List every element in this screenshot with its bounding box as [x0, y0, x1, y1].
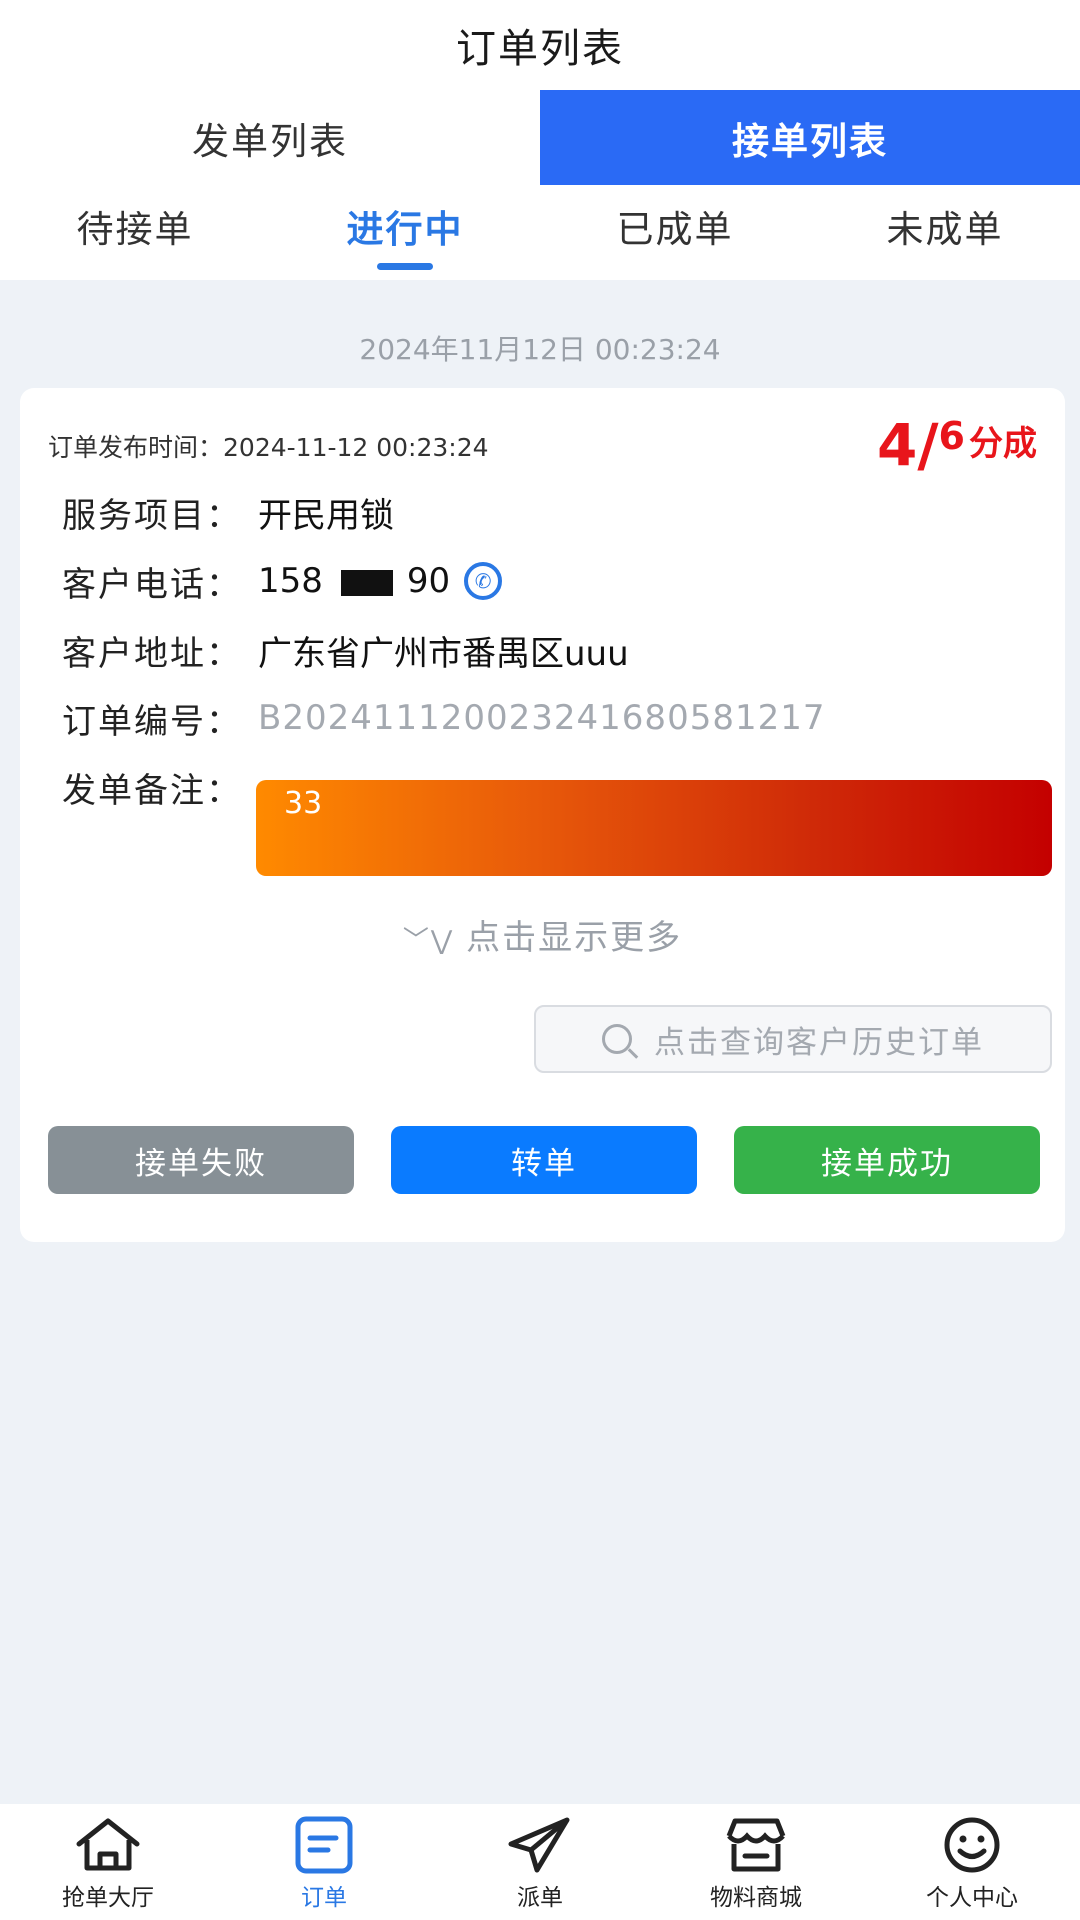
nav-label-dispatch: 派单 — [517, 1885, 563, 1911]
nav-label-orders: 订单 — [301, 1885, 347, 1911]
phone-suffix: 90 — [406, 561, 451, 601]
order-number-row: 订单编号： B20241112002324168058121​7 — [62, 693, 826, 743]
tab-pending[interactable]: 待接单 — [0, 185, 270, 280]
customer-history-button[interactable]: 点击查询客户历史订单 — [534, 1005, 1052, 1073]
order-doc-icon — [292, 1814, 356, 1876]
main-tabs: 发单列表 接单列表 — [0, 90, 1080, 185]
order-number-label: 订单编号： — [62, 701, 242, 742]
split-second: 6 — [938, 414, 965, 458]
accept-fail-button[interactable]: 接单失败 — [48, 1126, 354, 1194]
nav-item-hall[interactable]: 抢单大厅 — [0, 1804, 216, 1920]
service-value: 开民用锁 — [258, 495, 394, 536]
chevron-down-icon: ﹀⋁ — [402, 926, 455, 956]
tab-dispatch-list[interactable]: 发单列表 — [0, 90, 540, 185]
split-ratio: 4 / 6 分成 — [877, 416, 1037, 474]
store-icon — [721, 1814, 791, 1876]
page-title: 订单列表 — [456, 26, 624, 72]
nav-item-dispatch[interactable]: 派单 — [432, 1804, 648, 1920]
transfer-button[interactable]: 转单 — [391, 1126, 697, 1194]
header-bar: 订单列表 — [0, 0, 1080, 90]
order-actions: 接单失败 转单 接单成功 — [48, 1126, 1040, 1194]
order-number-value: B20241112002324168058121​7 — [258, 698, 826, 738]
show-more-label: 点击显示更多 — [466, 918, 683, 958]
tab-failed[interactable]: 未成单 — [810, 185, 1080, 280]
remark-label: 发单备注： — [62, 770, 242, 811]
nav-label-store: 物料商城 — [710, 1885, 802, 1911]
order-list-page: 订单列表 发单列表 接单列表 待接单 进行中 已成单 未成单 2024年11月1… — [0, 0, 1080, 1920]
address-label: 客户地址： — [62, 633, 242, 674]
home-icon — [73, 1814, 143, 1876]
publish-time-value: 2024-11-12 00:23:24 — [223, 433, 489, 462]
remark-box: 33 — [256, 780, 1052, 876]
nav-item-store[interactable]: 物料商城 — [648, 1804, 864, 1920]
remark-row: 发单备注： — [62, 762, 258, 812]
phone-row: 客户电话： 158 90 ✆ — [62, 556, 503, 606]
service-label: 服务项目： — [62, 495, 242, 536]
paper-plane-icon — [505, 1814, 575, 1876]
address-row: 客户地址： 广东省广州市番禺区uuu — [62, 625, 629, 675]
split-slash: / — [917, 411, 939, 479]
service-row: 服务项目： 开民用锁 — [62, 487, 394, 537]
phone-value[interactable]: 158 90 — [258, 561, 450, 601]
show-more-toggle[interactable]: ﹀⋁ 点击显示更多 — [20, 910, 1065, 959]
phone-call-icon[interactable]: ✆ — [464, 562, 503, 600]
split-unit: 分成 — [969, 424, 1037, 464]
tab-accepted-list[interactable]: 接单列表 — [540, 90, 1080, 185]
nav-label-hall: 抢单大厅 — [62, 1885, 154, 1911]
split-first: 4 — [877, 411, 918, 479]
nav-item-profile[interactable]: 个人中心 — [864, 1804, 1080, 1920]
nav-label-profile: 个人中心 — [926, 1885, 1018, 1911]
address-value: 广东省广州市番禺区uuu — [258, 633, 629, 674]
phone-prefix: 158 — [258, 561, 323, 601]
customer-history-label: 点击查询客户历史订单 — [654, 1024, 984, 1061]
publish-time-row: 订单发布时间：2024-11-12 00:23:24 — [48, 428, 489, 464]
status-tabs: 待接单 进行中 已成单 未成单 — [0, 185, 1080, 280]
phone-mask — [340, 569, 393, 596]
order-card: 订单发布时间：2024-11-12 00:23:24 4 / 6 分成 服务项目… — [20, 388, 1065, 1242]
smiley-icon — [940, 1814, 1004, 1876]
search-icon — [602, 1024, 632, 1054]
publish-time-label: 订单发布时间： — [48, 433, 224, 462]
bottom-nav: 抢单大厅 订单 派单 物料商城 个人中心 — [0, 1804, 1080, 1920]
phone-label: 客户电话： — [62, 564, 242, 605]
tab-completed[interactable]: 已成单 — [540, 185, 810, 280]
accept-success-button[interactable]: 接单成功 — [734, 1126, 1040, 1194]
list-date-stamp: 2024年11月12日 00:23:24 — [359, 333, 721, 366]
tab-in-progress[interactable]: 进行中 — [270, 185, 540, 280]
nav-item-orders[interactable]: 订单 — [216, 1804, 432, 1920]
